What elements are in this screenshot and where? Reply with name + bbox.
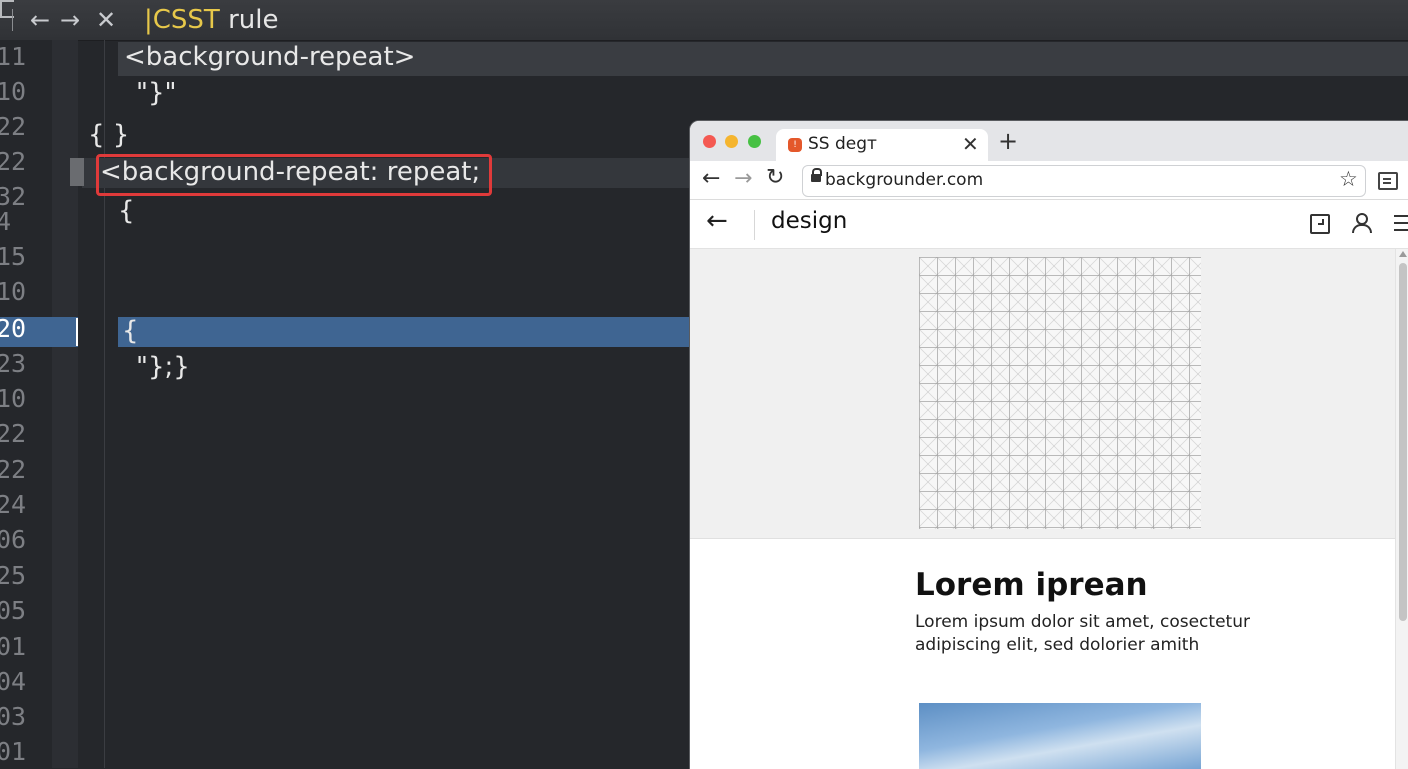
user-icon[interactable]: [1351, 213, 1372, 233]
line-number: 23: [0, 349, 27, 378]
selected-line[interactable]: [118, 317, 690, 347]
tab-title: SS degт: [808, 134, 877, 154]
line-number: 22: [0, 147, 27, 176]
editor-title-prefix: |: [144, 5, 153, 35]
highlight-box: [96, 154, 492, 196]
code-line[interactable]: "}": [136, 76, 176, 110]
sky-image: [919, 703, 1201, 769]
line-number: 01: [0, 737, 27, 766]
line-number: 22: [0, 455, 27, 484]
code-line[interactable]: { }: [88, 118, 129, 152]
line-number: 25: [0, 561, 27, 590]
forward-arrow-icon[interactable]: →: [60, 4, 80, 36]
window-close-button[interactable]: [703, 135, 716, 148]
new-tab-icon[interactable]: +: [998, 127, 1018, 155]
code-line[interactable]: {: [118, 194, 135, 228]
site-title: design: [771, 208, 848, 234]
browser-window: ! SS degт ✕ + ← → ↻ backgrounder.com ☆ ←…: [689, 120, 1408, 769]
line-number: 05: [0, 596, 27, 625]
scrollbar-thumb[interactable]: [1399, 263, 1407, 621]
editor-title: |CSST rule: [144, 4, 278, 36]
article-body: Lorem ipsum dolor sit amet, cosectetur a…: [915, 612, 1250, 655]
line-number: 04: [0, 667, 27, 696]
line-number: 10: [0, 77, 27, 106]
titlebar-separator: [12, 9, 13, 31]
editor-titlebar: ← → ✕ |CSST rule: [0, 0, 1408, 41]
bookmark-icon[interactable]: [1310, 214, 1330, 234]
browser-toolbar: ← → ↻ backgrounder.com ☆: [690, 161, 1408, 200]
article-title: Lorem iprean: [915, 567, 1148, 603]
editor-title-rest: rule: [219, 5, 279, 35]
gutter-fold-column: [52, 40, 78, 768]
reader-mode-icon[interactable]: [1378, 172, 1398, 190]
line-number: 10: [0, 384, 27, 413]
editor-title-accent: CSST: [152, 5, 220, 35]
bookmark-star-icon[interactable]: ☆: [1339, 167, 1358, 191]
header-divider: [754, 210, 755, 240]
browser-tab[interactable]: ! SS degт ✕: [776, 129, 988, 161]
window-maximize-button[interactable]: [748, 135, 761, 148]
line-number: 03: [0, 702, 27, 731]
scroll-up-arrow-icon[interactable]: [1399, 251, 1407, 257]
line-number: 22: [0, 112, 27, 141]
favicon-icon: !: [788, 138, 802, 152]
text-cursor: [76, 318, 78, 346]
window-minimize-button[interactable]: [725, 135, 738, 148]
browser-forward-icon[interactable]: →: [734, 166, 752, 191]
scrollbar[interactable]: [1395, 249, 1408, 769]
address-bar[interactable]: backgrounder.com ☆: [802, 165, 1366, 197]
code-line[interactable]: "};}: [136, 350, 190, 384]
code-line-selected[interactable]: {: [122, 314, 139, 348]
line-number: 11: [0, 42, 27, 71]
tab-close-icon[interactable]: ✕: [962, 132, 979, 156]
article-section: Lorem iprean Lorem ipsum dolor sit amet,…: [690, 539, 1395, 769]
lock-icon: [811, 168, 822, 182]
repeating-pattern-image: [919, 257, 1201, 529]
line-number: 01: [0, 632, 27, 661]
line-number: 15: [0, 242, 27, 271]
line-number: 22: [0, 419, 27, 448]
site-header: ← design: [690, 200, 1408, 249]
line-number: 24: [0, 490, 27, 519]
line-number: 4: [0, 207, 12, 236]
line-number: 06: [0, 525, 27, 554]
line-number-selected: 20: [0, 314, 27, 343]
breakpoint-marker[interactable]: [70, 158, 84, 186]
hero-section: [690, 249, 1395, 539]
browser-back-icon[interactable]: ←: [702, 166, 720, 191]
url-text[interactable]: backgrounder.com: [825, 170, 983, 190]
code-line[interactable]: <background-repeat>: [124, 40, 415, 74]
hamburger-menu-icon[interactable]: [1394, 215, 1408, 217]
site-back-icon[interactable]: ←: [706, 206, 728, 236]
browser-tab-bar: ! SS degт ✕ +: [690, 121, 1408, 161]
back-arrow-icon[interactable]: ←: [30, 4, 50, 36]
close-icon[interactable]: ✕: [96, 4, 116, 36]
reload-icon[interactable]: ↻: [766, 165, 784, 190]
line-number: 10: [0, 277, 27, 306]
